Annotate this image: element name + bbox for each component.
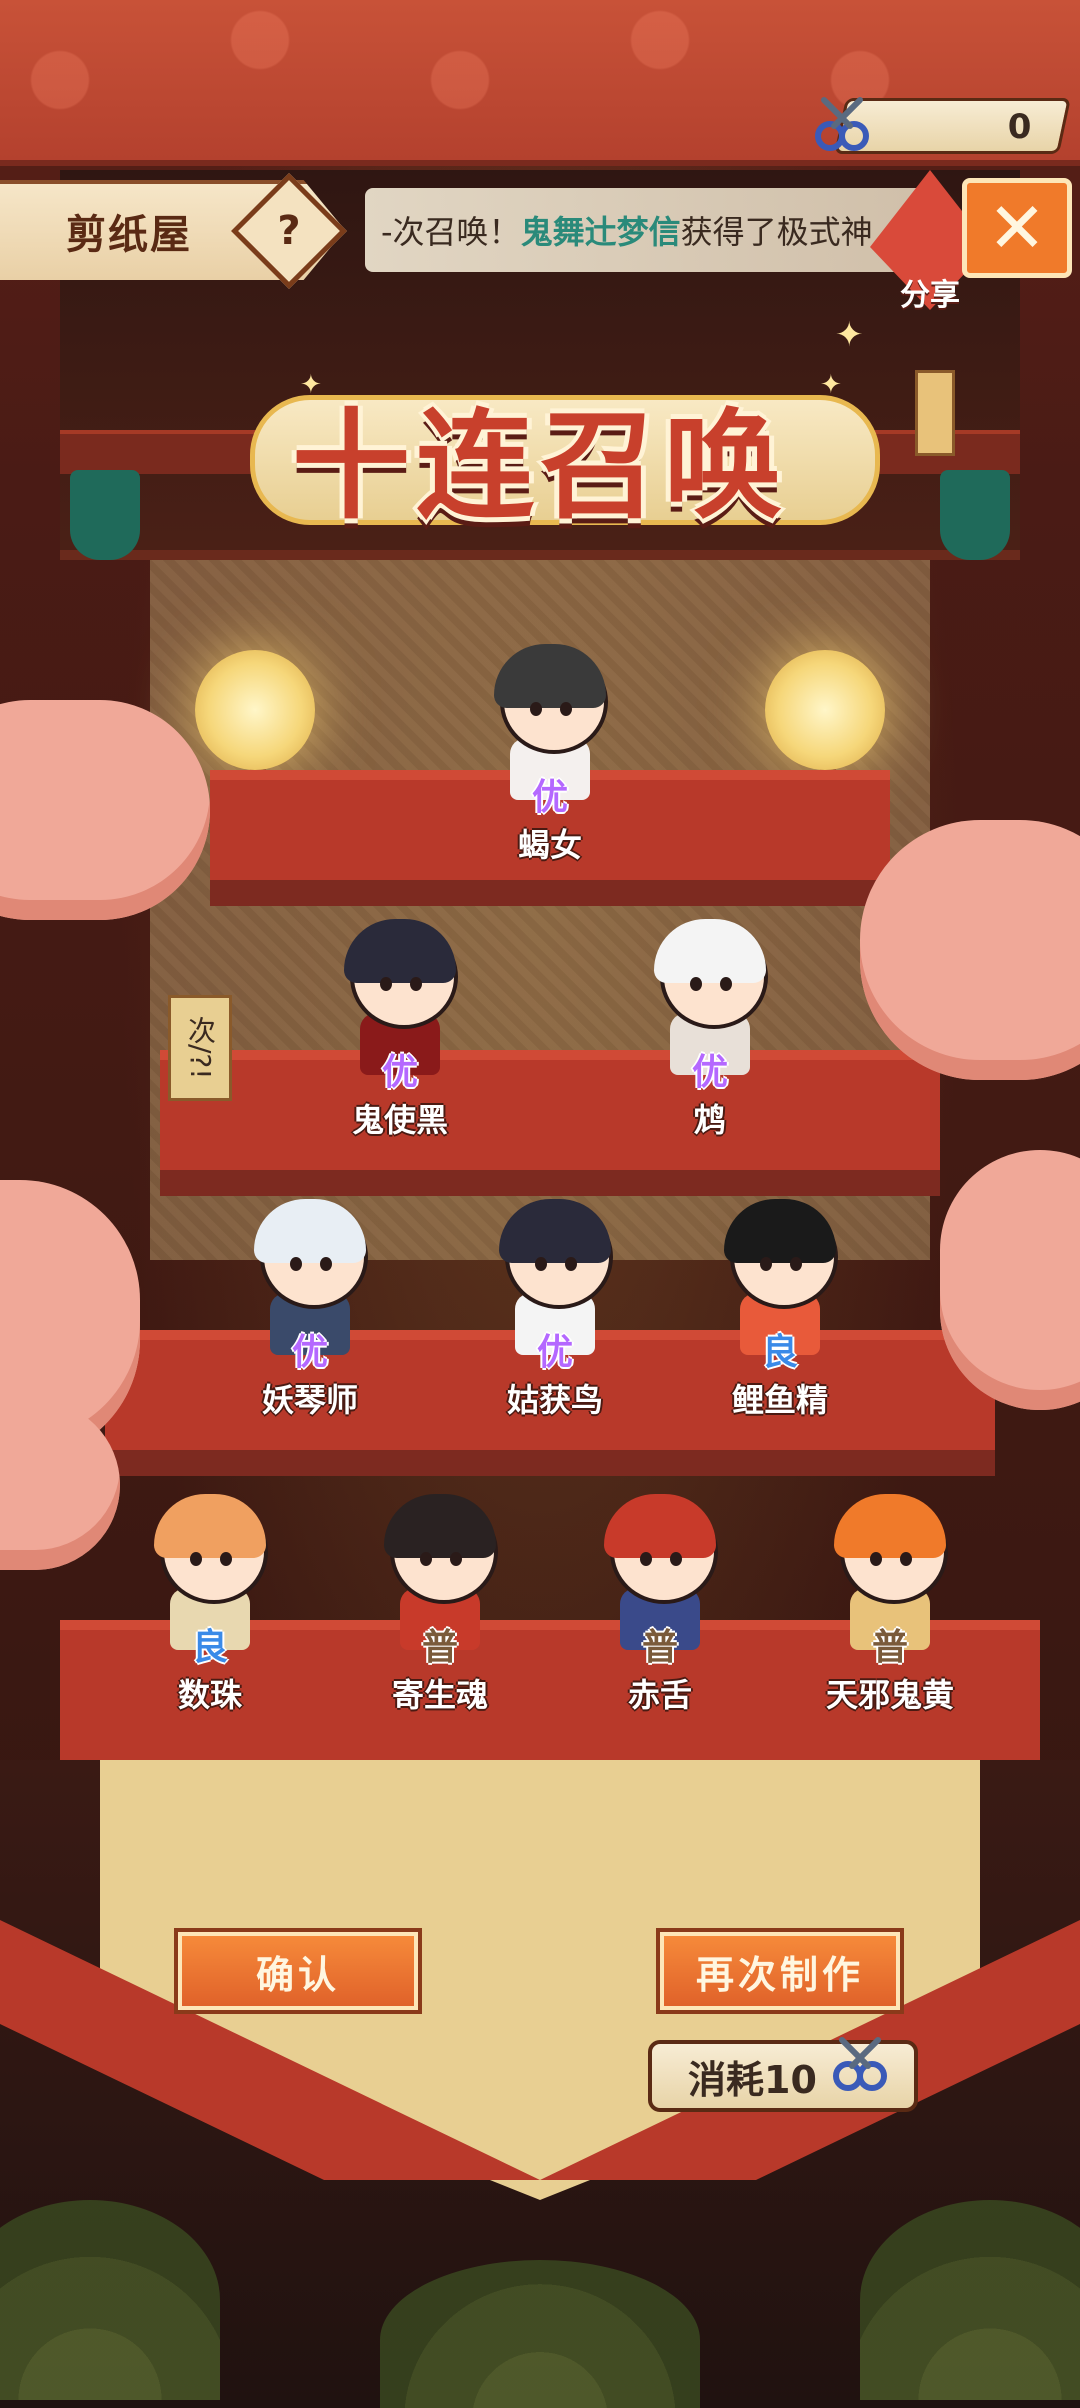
fan-decoration xyxy=(380,2260,700,2408)
character-eye xyxy=(790,1257,802,1271)
summon-card[interactable]: 良数珠 xyxy=(125,1480,295,1714)
character-name: 赤舌 xyxy=(627,1676,692,1714)
summon-card[interactable]: 优姑获鸟 xyxy=(470,1185,640,1419)
close-icon: ✕ xyxy=(987,187,1047,269)
notice-suffix: 获得了极式神 xyxy=(680,213,873,251)
summon-again-label: 再次制作 xyxy=(695,1952,864,1997)
cloud-right-mid xyxy=(940,1150,1080,1410)
rarity-badge: 普 xyxy=(641,1627,678,1668)
character-hair xyxy=(604,1494,716,1558)
wooden-sign: 次/?! xyxy=(168,995,232,1101)
character-name: 妖琴师 xyxy=(261,1381,358,1419)
character-hair xyxy=(254,1199,366,1263)
character-name: 鲤鱼精 xyxy=(731,1381,828,1419)
character-eye xyxy=(320,1257,332,1271)
character-name: 鬼使黑 xyxy=(351,1101,448,1139)
character-eye xyxy=(450,1552,462,1566)
rarity-badge: 普 xyxy=(421,1627,458,1668)
summon-card[interactable]: 优妖琴师 xyxy=(225,1185,395,1419)
character-hair xyxy=(499,1199,611,1263)
character-name: 鸩 xyxy=(693,1101,726,1139)
charm-icon xyxy=(915,370,955,456)
sign-text: 次/?! xyxy=(184,1016,217,1080)
character-eye xyxy=(535,1257,547,1271)
character-hair xyxy=(654,919,766,983)
character-eye xyxy=(290,1257,302,1271)
help-icon: ? xyxy=(277,208,301,254)
cloud-right-top xyxy=(860,820,1080,1080)
summon-card[interactable]: 优鸩 xyxy=(625,905,795,1139)
summon-card[interactable]: 良鲤鱼精 xyxy=(695,1185,865,1419)
currency-value: 0 xyxy=(1008,107,1032,147)
lantern-left xyxy=(195,650,315,770)
rarity-badge: 普 xyxy=(871,1627,908,1668)
summon-result-screen: 次/?! ✦ ✦ ✦ 十连召唤 0 剪纸屋 ? -次召唤！ 鬼舞辻梦信 获得了极… xyxy=(0,0,1080,2408)
character-eye xyxy=(420,1552,432,1566)
confirm-button[interactable]: 确认 xyxy=(178,1932,418,2010)
character-hair xyxy=(384,1494,496,1558)
character-eye xyxy=(410,977,422,991)
scissors-icon xyxy=(833,2037,887,2091)
confirm-label: 确认 xyxy=(255,1952,340,1997)
character-eye xyxy=(900,1552,912,1566)
character-eye xyxy=(565,1257,577,1271)
summon-again-button[interactable]: 再次制作 xyxy=(660,1932,900,2010)
character-eye xyxy=(380,977,392,991)
rarity-badge: 良 xyxy=(191,1627,228,1668)
character-hair xyxy=(724,1199,836,1263)
summon-card[interactable]: 普天邪鬼黄 xyxy=(805,1480,975,1714)
character-name: 数珠 xyxy=(177,1676,242,1714)
rarity-badge: 优 xyxy=(531,777,568,818)
character-hair xyxy=(834,1494,946,1558)
rarity-badge: 优 xyxy=(536,1332,573,1373)
rarity-badge: 优 xyxy=(291,1332,328,1373)
character-eye xyxy=(760,1257,772,1271)
summon-card[interactable]: 优蝎女 xyxy=(465,630,635,864)
character-eye xyxy=(720,977,732,991)
summon-card[interactable]: 普寄生魂 xyxy=(355,1480,525,1714)
character-eye xyxy=(560,702,572,716)
close-button[interactable]: ✕ xyxy=(962,178,1072,278)
character-name: 寄生魂 xyxy=(391,1676,488,1714)
character-hair xyxy=(344,919,456,983)
character-name: 蝎女 xyxy=(517,826,582,864)
page-title: 剪纸屋 xyxy=(66,212,192,258)
notice-ticker: -次召唤！ 鬼舞辻梦信 获得了极式神 xyxy=(365,188,945,272)
character-eye xyxy=(530,702,542,716)
character-eye xyxy=(640,1552,652,1566)
character-eye xyxy=(670,1552,682,1566)
cloud-left-top xyxy=(0,700,210,920)
notice-player: 鬼舞辻梦信 xyxy=(520,213,681,251)
character-eye xyxy=(690,977,702,991)
character-eye xyxy=(190,1552,202,1566)
rarity-badge: 优 xyxy=(691,1052,728,1093)
summon-card[interactable]: 优鬼使黑 xyxy=(315,905,485,1139)
notice-prefix: -次召唤！ xyxy=(381,213,521,251)
rarity-badge: 优 xyxy=(381,1052,418,1093)
lantern-right xyxy=(765,650,885,770)
summon-card[interactable]: 普赤舌 xyxy=(575,1480,745,1714)
character-eye xyxy=(870,1552,882,1566)
character-eye xyxy=(220,1552,232,1566)
scissors-icon xyxy=(815,97,869,151)
character-hair xyxy=(154,1494,266,1558)
character-name: 天邪鬼黄 xyxy=(825,1676,954,1714)
character-name: 姑获鸟 xyxy=(506,1381,603,1419)
character-hair xyxy=(494,644,606,708)
cost-label: 消耗10 xyxy=(688,2057,817,2102)
rarity-badge: 良 xyxy=(761,1332,798,1373)
